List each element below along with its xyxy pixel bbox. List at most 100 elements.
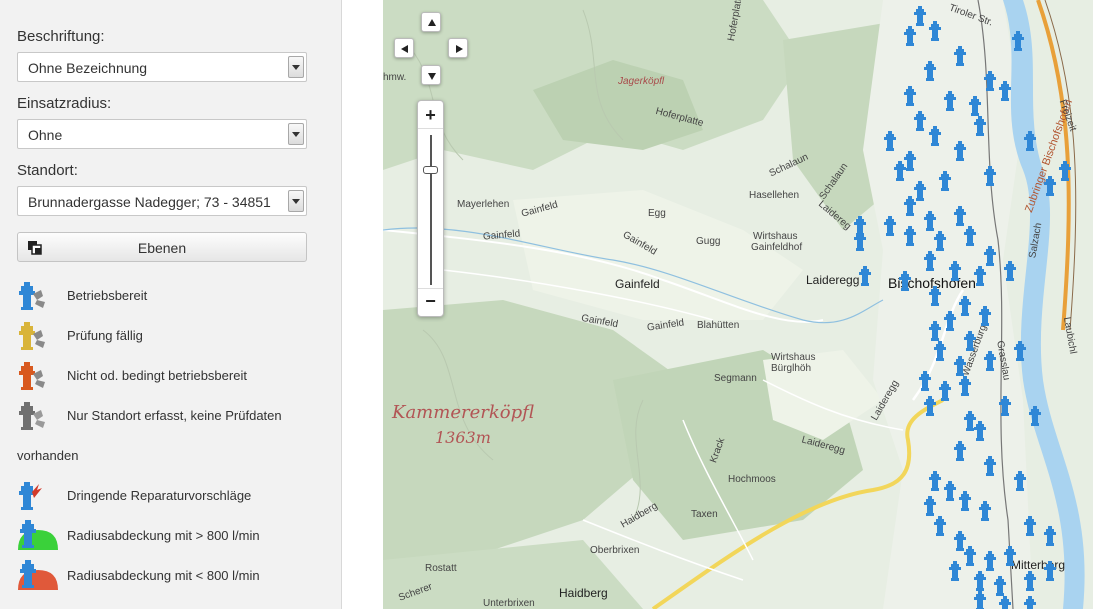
hydrant-marker-icon[interactable]: [978, 500, 992, 522]
hydrant-marker-icon[interactable]: [993, 575, 1007, 597]
hydrant-marker-icon[interactable]: [943, 90, 957, 112]
hydrant-marker-icon[interactable]: [858, 265, 872, 287]
hydrant-marker-icon[interactable]: [958, 490, 972, 512]
hydrant-marker-icon[interactable]: [983, 245, 997, 267]
hydrant-marker-icon[interactable]: [923, 210, 937, 232]
place-wirtshaus-1a: Wirtshaus: [753, 231, 798, 242]
hydrant-marker-icon[interactable]: [928, 125, 942, 147]
hydrant-marker-icon[interactable]: [983, 550, 997, 572]
hydrant-marker-icon[interactable]: [953, 140, 967, 162]
hydrant-marker-icon[interactable]: [973, 420, 987, 442]
place-oberbrixen: Oberbrixen: [590, 545, 640, 556]
hydrant-marker-icon[interactable]: [938, 170, 952, 192]
hydrant-marker-icon[interactable]: [983, 455, 997, 477]
zoom-control: + −: [417, 100, 444, 317]
hydrant-marker-icon[interactable]: [923, 395, 937, 417]
hydrant-marker-icon[interactable]: [948, 260, 962, 282]
standort-select[interactable]: Brunnadergasse Nadegger; 73 - 34851: [17, 186, 307, 216]
pan-down-button[interactable]: [421, 65, 441, 85]
hydrant-marker-icon[interactable]: [933, 230, 947, 252]
hydrant-marker-icon[interactable]: [903, 85, 917, 107]
hydrant-marker-icon[interactable]: [1023, 130, 1037, 152]
hydrant-marker-icon[interactable]: [1023, 515, 1037, 537]
hydrant-marker-icon[interactable]: [1028, 405, 1042, 427]
hydrant-marker-icon[interactable]: [953, 205, 967, 227]
hydrant-marker-icon[interactable]: [963, 225, 977, 247]
hydrant-marker-icon[interactable]: [928, 20, 942, 42]
pan-right-button[interactable]: [448, 38, 468, 58]
hydrant-marker-icon[interactable]: [933, 340, 947, 362]
hydrant-marker-icon[interactable]: [983, 350, 997, 372]
hydrant-marker-icon[interactable]: [883, 130, 897, 152]
legend-note: vorhanden: [17, 448, 79, 463]
pan-up-button[interactable]: [421, 12, 441, 32]
hydrant-marker-icon[interactable]: [998, 395, 1012, 417]
hydrant-marker-icon[interactable]: [963, 330, 977, 352]
hydrant-marker-icon[interactable]: [1003, 260, 1017, 282]
einsatzradius-select[interactable]: Ohne: [17, 119, 307, 149]
beschriftung-select[interactable]: Ohne Bezeichnung: [17, 52, 307, 82]
chevron-down-icon[interactable]: [288, 123, 304, 145]
hydrant-marker-icon[interactable]: [1043, 525, 1057, 547]
hydrant-marker-icon[interactable]: [913, 5, 927, 27]
hydrant-marker-icon[interactable]: [1003, 545, 1017, 567]
hydrant-marker-icon[interactable]: [928, 320, 942, 342]
hydrant-marker-icon[interactable]: [1013, 470, 1027, 492]
hydrant-marker-icon[interactable]: [1043, 560, 1057, 582]
hydrant-marker-icon[interactable]: [1043, 175, 1057, 197]
hydrant-marker-icon[interactable]: [998, 80, 1012, 102]
hydrant-marker-icon[interactable]: [998, 595, 1012, 609]
hydrant-marker-icon[interactable]: [973, 570, 987, 592]
hydrant-marker-icon[interactable]: [923, 495, 937, 517]
hydrant-marker-icon[interactable]: [898, 270, 912, 292]
hydrant-marker-icon[interactable]: [983, 165, 997, 187]
app: Beschriftung: Ohne Bezeichnung Einsatzra…: [0, 0, 1093, 609]
hydrant-orange-icon: [19, 362, 45, 390]
layers-button-label: Ebenen: [137, 240, 187, 256]
hydrant-marker-icon[interactable]: [923, 250, 937, 272]
hydrant-marker-icon[interactable]: [953, 355, 967, 377]
hydrant-marker-icon[interactable]: [853, 230, 867, 252]
hydrant-marker-icon[interactable]: [928, 285, 942, 307]
chevron-down-icon[interactable]: [288, 56, 304, 78]
map-view[interactable]: Jagerköpfl Hoferplattl Hoferplatte Schal…: [383, 0, 1093, 609]
hydrant-marker-icon[interactable]: [963, 545, 977, 567]
hydrant-marker-icon[interactable]: [1023, 570, 1037, 592]
hydrant-marker-icon[interactable]: [893, 160, 907, 182]
hydrant-marker-icon[interactable]: [953, 440, 967, 462]
zoom-slider-track[interactable]: [430, 135, 432, 285]
zoom-slider-handle[interactable]: [423, 166, 438, 174]
hydrant-marker-icon[interactable]: [973, 590, 987, 609]
hydrant-marker-icon[interactable]: [973, 265, 987, 287]
hydrant-marker-icon[interactable]: [958, 375, 972, 397]
hydrant-marker-icon[interactable]: [903, 195, 917, 217]
pan-left-button[interactable]: [394, 38, 414, 58]
hydrant-marker-icon[interactable]: [1011, 30, 1025, 52]
hydrant-marker-icon[interactable]: [968, 95, 982, 117]
hydrant-marker-icon[interactable]: [948, 560, 962, 582]
hydrant-marker-icon[interactable]: [1023, 595, 1037, 609]
hydrant-marker-icon[interactable]: [928, 470, 942, 492]
hydrant-marker-icon[interactable]: [903, 225, 917, 247]
legend-item-radius-gruen: Radiusabdeckung mit > 800 l/min: [17, 516, 337, 556]
hydrant-marker-icon[interactable]: [943, 480, 957, 502]
layers-button[interactable]: Ebenen: [17, 232, 307, 262]
hydrant-marker-icon[interactable]: [973, 115, 987, 137]
hydrant-marker-icon[interactable]: [913, 110, 927, 132]
hydrant-marker-icon[interactable]: [903, 25, 917, 47]
hydrant-marker-icon[interactable]: [918, 370, 932, 392]
hydrant-marker-icon[interactable]: [923, 60, 937, 82]
hydrant-marker-icon[interactable]: [938, 380, 952, 402]
zoom-out-button[interactable]: −: [418, 288, 443, 314]
hydrant-marker-icon[interactable]: [953, 45, 967, 67]
hydrant-marker-icon[interactable]: [1013, 340, 1027, 362]
hydrant-marker-icon[interactable]: [943, 310, 957, 332]
hydrant-marker-icon[interactable]: [983, 70, 997, 92]
chevron-down-icon[interactable]: [288, 190, 304, 212]
hydrant-marker-icon[interactable]: [978, 305, 992, 327]
zoom-in-button[interactable]: +: [418, 103, 443, 129]
hydrant-marker-icon[interactable]: [958, 295, 972, 317]
hydrant-marker-icon[interactable]: [883, 215, 897, 237]
hydrant-marker-icon[interactable]: [933, 515, 947, 537]
hydrant-marker-icon[interactable]: [1058, 160, 1072, 182]
